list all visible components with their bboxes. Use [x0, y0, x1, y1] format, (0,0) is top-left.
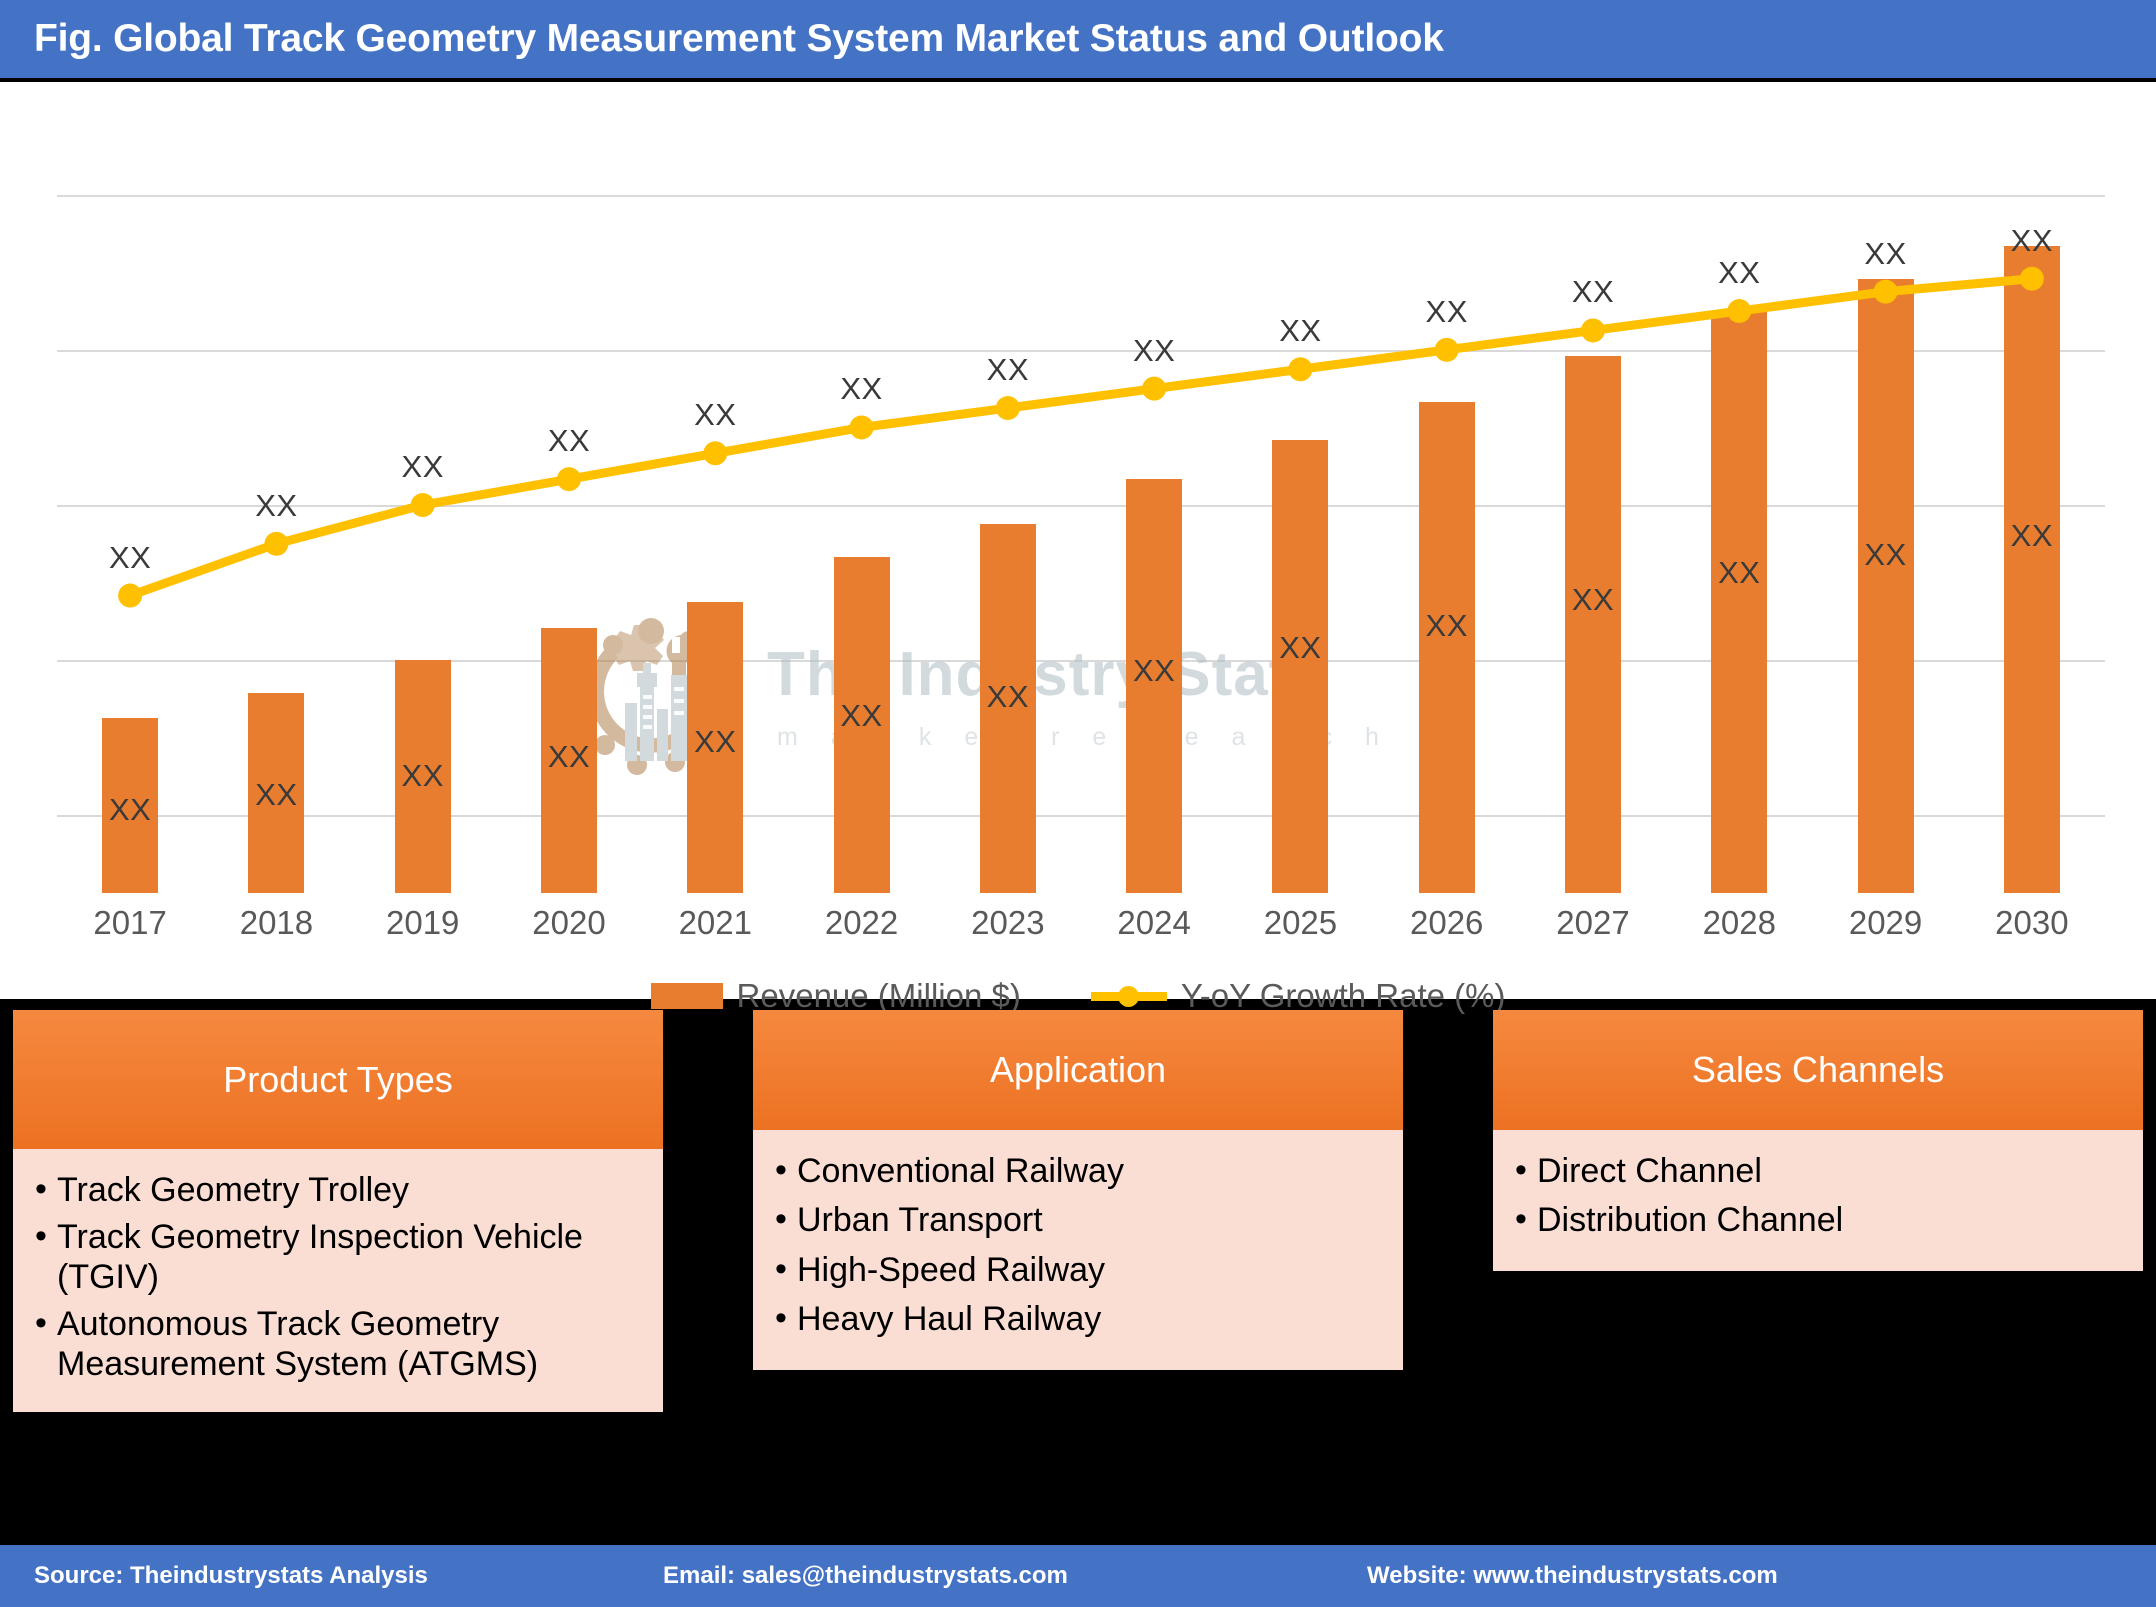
infographic-page: Fig. Global Track Geometry Measurement S…	[0, 0, 2156, 1607]
bar-value-label: XX	[1864, 536, 1907, 572]
card-sales-channels: Sales Channels Direct Channel Distributio…	[1493, 1010, 2143, 1271]
x-axis: 2017 2018 2019 2020 2021 2022 2023 2024 2025 2026…	[57, 904, 2105, 956]
line-value-label: XX	[108, 539, 152, 575]
card-application: Application Conventional Railway Urban Tr…	[753, 1010, 1403, 1370]
bar-value-label: XX	[694, 724, 737, 760]
card-title: Application	[989, 1049, 1167, 1090]
list-item: Autonomous Track Geometry Measurement Sy…	[31, 1304, 643, 1384]
line-value-label: XX	[2010, 222, 2054, 258]
line-value-label: XX	[1571, 274, 1615, 310]
list-item: Urban Transport	[771, 1200, 1383, 1240]
line-value-label: XX	[694, 397, 737, 433]
line-value-label: XX	[840, 371, 883, 407]
footer-email[interactable]: Email: sales@theindustrystats.com	[663, 1562, 1068, 1590]
list-item: Track Geometry Trolley	[31, 1170, 643, 1210]
bar-value-label: XX	[1132, 652, 1176, 688]
footer-bar: Source: Theindustrystats Analysis Email:…	[0, 1545, 2156, 1607]
line-value-label: XX	[1425, 293, 1468, 329]
line-value-label: XX	[255, 487, 298, 523]
card-title: Product Types	[223, 1058, 453, 1100]
x-axis-tick-2018: 2018	[239, 904, 314, 941]
list-item: Track Geometry Inspection Vehicle (TGIV)	[31, 1217, 643, 1297]
line-value-label: XX	[1279, 313, 1322, 349]
line-value-label: XX	[547, 423, 591, 459]
card-body: Track Geometry Trolley Track Geometry Ins…	[13, 1149, 663, 1413]
footer-source: Source: Theindustrystats Analysis	[34, 1562, 428, 1589]
x-axis-tick-2030: 2030	[1995, 904, 2069, 941]
list-item: Direct Channel	[1511, 1151, 2123, 1191]
bar-value-label: XX	[108, 791, 152, 827]
bullet-list: Conventional Railway Urban Transport High-…	[771, 1151, 1383, 1340]
x-axis-tick-2027: 2027	[1556, 904, 1630, 941]
card-title: Sales Channels	[1691, 1049, 1945, 1090]
plot-area: The Industry Stats m a r k e t r e s e a…	[57, 130, 2105, 893]
bullet-list: Track Geometry Trolley Track Geometry Ins…	[31, 1170, 643, 1384]
chart-panel: The Industry Stats m a r k e t r e s e a…	[0, 82, 2156, 1014]
card-header: Application	[753, 1010, 1403, 1130]
legend-bar-swatch-icon	[650, 983, 723, 1009]
x-axis-tick-2025: 2025	[1263, 904, 1338, 941]
page-title: Fig. Global Track Geometry Measurement S…	[34, 17, 1444, 60]
card-body: Direct Channel Distribution Channel	[1493, 1130, 2143, 1271]
line-value-label: XX	[1718, 255, 1761, 291]
list-item: High-Speed Railway	[771, 1250, 1383, 1290]
x-axis-tick-2019: 2019	[385, 904, 460, 941]
footer-website[interactable]: Website: www.theindustrystats.com	[1367, 1562, 1778, 1590]
bar-value-label: XX	[401, 757, 444, 793]
x-axis-tick-2026: 2026	[1409, 904, 1484, 941]
line-value-label: XX	[986, 352, 1030, 388]
bar-value-label: XX	[840, 697, 883, 733]
bar-value-label: XX	[1718, 555, 1761, 591]
x-axis-tick-2017: 2017	[93, 904, 167, 941]
x-axis-tick-2021: 2021	[678, 904, 752, 941]
bar-value-label: XX	[547, 739, 591, 775]
list-item: Distribution Channel	[1511, 1200, 2123, 1240]
list-item: Conventional Railway	[771, 1151, 1383, 1191]
legend-line-swatch-icon	[1090, 983, 1167, 1009]
card-body: Conventional Railway Urban Transport High-…	[753, 1130, 1403, 1370]
x-axis-tick-2029: 2029	[1848, 904, 1923, 941]
data-labels: XX XX XX XX XX XX XX XX XX XX XX XX XX XX XX XX XX XX XX XX…	[57, 130, 2105, 893]
card-header: Product Types	[13, 1010, 663, 1149]
header-bar: Fig. Global Track Geometry Measurement S…	[0, 0, 2156, 78]
line-value-label: XX	[1864, 235, 1907, 271]
bullet-list: Direct Channel Distribution Channel	[1511, 1151, 2123, 1241]
bar-value-label: XX	[255, 776, 298, 812]
card-product-types: Product Types Track Geometry TrolleyTrac…	[13, 1010, 663, 1413]
list-item: Heavy Haul Railway	[771, 1299, 1383, 1339]
x-axis-tick-2020: 2020	[532, 904, 606, 941]
bar-value-label: XX	[1279, 630, 1322, 666]
bar-value-label: XX	[1425, 607, 1468, 643]
bar-value-label: XX	[1571, 581, 1615, 617]
line-value-label: XX	[401, 449, 444, 485]
segments-row: Product Types Track Geometry TrolleyTrac…	[0, 1010, 2156, 1540]
x-axis-tick-2023: 2023	[971, 904, 1045, 941]
x-axis-tick-2022: 2022	[824, 904, 899, 941]
card-header: Sales Channels	[1493, 1010, 2143, 1130]
x-axis-tick-2028: 2028	[1702, 904, 1776, 941]
bar-value-label: XX	[986, 679, 1030, 715]
x-axis-tick-2024: 2024	[1117, 904, 1191, 941]
line-value-label: XX	[1132, 332, 1176, 368]
bar-value-label: XX	[2010, 517, 2054, 553]
